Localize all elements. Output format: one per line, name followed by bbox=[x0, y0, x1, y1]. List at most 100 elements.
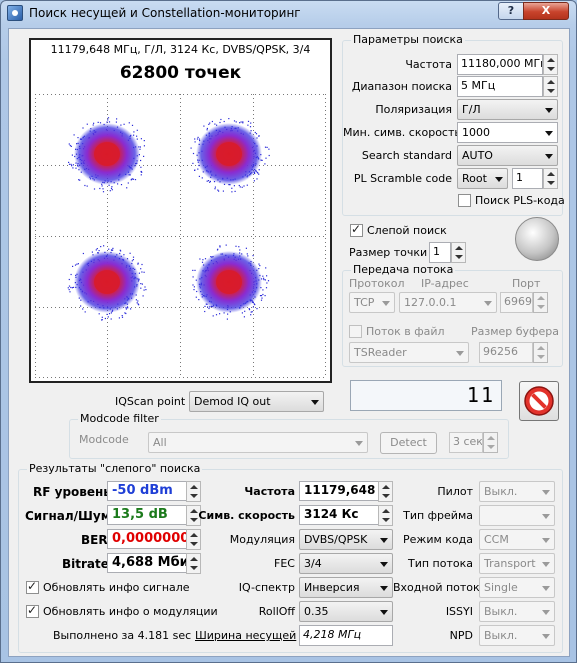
rf-spinner[interactable] bbox=[186, 481, 201, 502]
close-button[interactable]: X bbox=[523, 2, 569, 20]
constellation-point bbox=[192, 152, 195, 155]
constellation-point bbox=[132, 256, 135, 258]
constellation-point bbox=[82, 308, 84, 310]
npd-select[interactable]: Выкл. bbox=[479, 625, 555, 646]
stream-type-select[interactable]: Transport bbox=[479, 553, 555, 574]
update-mod-checkbox[interactable] bbox=[26, 603, 39, 618]
constellation-point bbox=[104, 317, 106, 320]
blind-search-label: Слепой поиск bbox=[367, 224, 447, 237]
constellation-point bbox=[137, 263, 139, 265]
polarization-select[interactable]: Г/Л bbox=[457, 99, 558, 120]
min-sr-value: 1000 bbox=[462, 126, 490, 139]
constellation-point bbox=[139, 146, 141, 148]
blind-search-checkbox[interactable] bbox=[350, 222, 363, 237]
code-mode-select[interactable]: CCM bbox=[479, 529, 555, 550]
constellation-point bbox=[108, 313, 111, 315]
fec-select[interactable]: 3/4 bbox=[299, 553, 393, 574]
update-signal-checkbox[interactable] bbox=[26, 579, 39, 594]
reader-select[interactable]: TSReader bbox=[349, 342, 469, 363]
frequency-spinner[interactable] bbox=[543, 54, 558, 75]
range-spinner[interactable] bbox=[543, 76, 558, 97]
standard-select[interactable]: AUTO bbox=[457, 145, 558, 166]
cluster-core bbox=[216, 142, 242, 166]
constellation-point bbox=[206, 129, 208, 131]
detect-button[interactable]: Detect bbox=[380, 432, 437, 454]
detect-time-spinner[interactable] bbox=[483, 432, 498, 453]
pls-code-spinner[interactable] bbox=[543, 168, 558, 189]
input-stream-select[interactable]: Single bbox=[479, 577, 555, 598]
to-file-checkbox[interactable] bbox=[349, 325, 362, 338]
freq-result-spinner[interactable] bbox=[378, 481, 393, 502]
constellation-point bbox=[235, 245, 237, 247]
snr-value: 13,5 dB bbox=[107, 505, 187, 525]
mascot-icon[interactable] bbox=[515, 217, 559, 261]
iq-spectrum-select[interactable]: Инверсия bbox=[299, 577, 393, 598]
constellation-point bbox=[255, 133, 258, 135]
constellation-point bbox=[261, 297, 263, 299]
constellation-point bbox=[144, 286, 146, 288]
constellation-point bbox=[102, 188, 104, 190]
pilot-select[interactable]: Выкл. bbox=[479, 481, 555, 502]
stream-type-value: Transport bbox=[484, 557, 536, 570]
min-sr-select[interactable]: 1000 bbox=[457, 122, 558, 143]
constellation-point bbox=[133, 131, 135, 133]
stop-button[interactable] bbox=[519, 381, 559, 421]
frame-type-select[interactable] bbox=[479, 505, 555, 526]
frequency-input[interactable]: 11180,000 МГц bbox=[457, 54, 543, 75]
constellation-point bbox=[136, 138, 138, 140]
port-spinner[interactable] bbox=[533, 292, 548, 313]
protocol-select[interactable]: TCP bbox=[349, 292, 395, 313]
point-size-input[interactable]: 1 bbox=[429, 242, 451, 263]
constellation-point bbox=[129, 252, 131, 254]
constellation-point bbox=[214, 123, 216, 125]
constellation-point bbox=[203, 125, 205, 127]
constellation-point bbox=[219, 121, 221, 124]
rolloff-select[interactable]: 0.35 bbox=[299, 601, 393, 622]
issyi-select[interactable]: Выкл. bbox=[479, 601, 555, 622]
ip-select[interactable]: 127.0.0.1 bbox=[399, 292, 497, 313]
constellation-point bbox=[198, 299, 200, 301]
constellation-point bbox=[245, 247, 247, 249]
min-sr-label: Мин. симв. скорость bbox=[343, 126, 461, 139]
constellation-point bbox=[202, 259, 204, 261]
constellation-point bbox=[111, 189, 113, 191]
constellation-point bbox=[243, 185, 245, 187]
constellation-point bbox=[260, 295, 263, 297]
constellation-point bbox=[71, 165, 73, 167]
constellation-point bbox=[69, 144, 71, 147]
constellation-point bbox=[138, 272, 140, 274]
pls-search-checkbox[interactable] bbox=[458, 194, 471, 207]
constellation-point bbox=[261, 159, 263, 161]
freq-result-label: Частота bbox=[205, 485, 295, 498]
mod-select[interactable]: DVBS/QPSK bbox=[299, 529, 393, 550]
freq-result-value: 11179,648 MI bbox=[299, 481, 379, 501]
modcode-select[interactable]: All bbox=[148, 432, 368, 453]
constellation-point bbox=[260, 299, 263, 301]
constellation-point bbox=[238, 184, 240, 187]
pls-code-input[interactable]: 1 bbox=[512, 168, 543, 189]
point-size-spinner[interactable] bbox=[451, 242, 466, 263]
constellation-point bbox=[209, 181, 211, 183]
pls-mode-select[interactable]: Root bbox=[457, 168, 508, 189]
port-input[interactable]: 6969 bbox=[500, 292, 533, 313]
standard-label: Search standard bbox=[361, 149, 452, 162]
constellation-point bbox=[108, 121, 111, 123]
mod-value: DVBS/QPSK bbox=[304, 533, 368, 546]
sr-result-spinner[interactable] bbox=[378, 505, 393, 526]
iq-scan-select[interactable]: Demod IQ out bbox=[189, 391, 324, 412]
constellation-point bbox=[193, 286, 195, 288]
bandwidth-label[interactable]: Ширина несущей bbox=[195, 629, 296, 642]
ip-value: 127.0.0.1 bbox=[404, 296, 457, 309]
detect-time-input[interactable]: 3 сек bbox=[449, 432, 483, 453]
buffer-spinner[interactable] bbox=[533, 342, 548, 363]
help-button[interactable]: ? bbox=[498, 2, 524, 20]
ber-spinner[interactable] bbox=[186, 529, 201, 550]
bitrate-spinner[interactable] bbox=[186, 553, 201, 574]
range-input[interactable]: 5 МГц bbox=[457, 76, 543, 97]
constellation-point bbox=[120, 124, 122, 126]
constellation-point bbox=[143, 289, 145, 291]
constellation-point bbox=[231, 191, 233, 193]
buffer-input[interactable]: 96256 bbox=[479, 342, 533, 363]
constellation-point bbox=[107, 316, 109, 318]
title-bar[interactable]: Поиск несущей и Constellation-мониторинг… bbox=[1, 1, 576, 25]
